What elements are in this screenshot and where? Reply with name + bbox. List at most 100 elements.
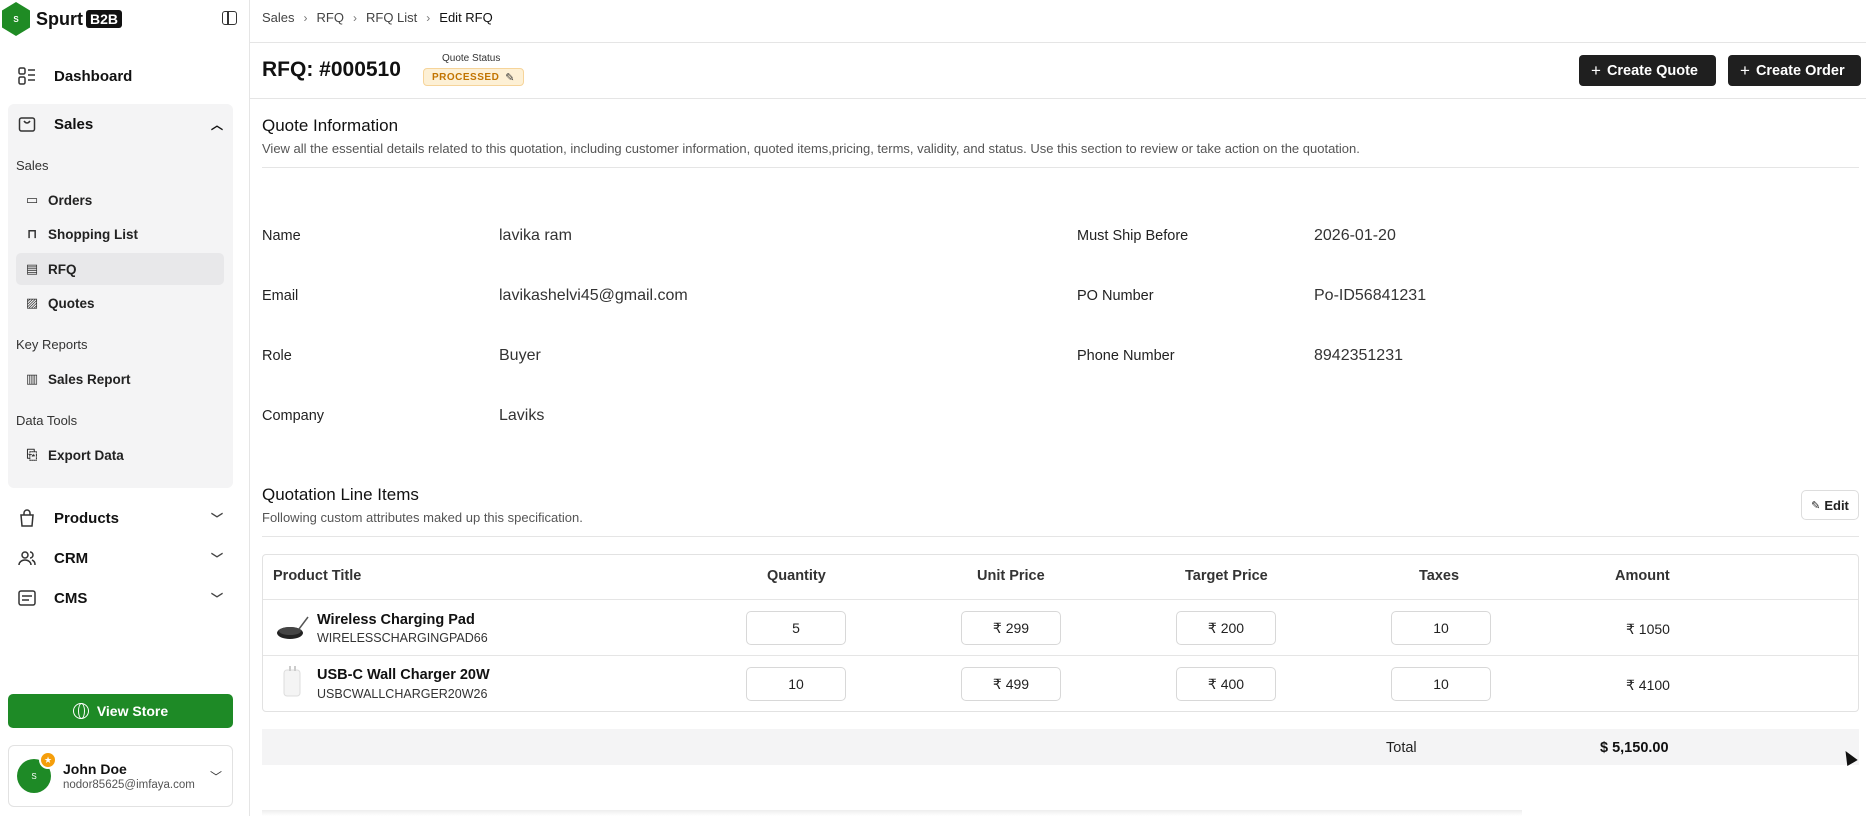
usb-charger-thumbnail — [275, 666, 309, 700]
cart-icon — [16, 113, 38, 135]
breadcrumb-edit-rfq: Edit RFQ — [439, 10, 493, 25]
sidebar-item-shopping-list[interactable]: ⊓ Shopping List — [16, 218, 224, 250]
sidebar-item-cms[interactable]: CMS ﹀ — [8, 578, 233, 618]
company-value: Laviks — [499, 407, 545, 424]
document-icon: ▤ — [25, 261, 39, 276]
shopping-bag-icon — [16, 507, 38, 529]
create-order-button[interactable]: + Create Order — [1728, 55, 1861, 86]
report-icon: ▥ — [25, 371, 39, 386]
bag-icon: ⊓ — [26, 226, 38, 241]
email-label: Email — [262, 288, 299, 304]
column-header-quantity: Quantity — [767, 568, 826, 584]
export-icon: ⎘ — [26, 447, 38, 462]
row-divider — [263, 599, 1858, 600]
taxes-input[interactable]: 10 — [1391, 611, 1491, 645]
plus-icon: + — [1740, 60, 1750, 80]
breadcrumb-rfq-list[interactable]: RFQ List — [366, 10, 417, 25]
sidebar-item-products[interactable]: Products ﹀ — [8, 498, 233, 538]
name-value: lavika ram — [499, 227, 572, 244]
target-price-input[interactable]: ₹ 400 — [1176, 667, 1276, 701]
sidebar-item-sales-report[interactable]: ▥ Sales Report — [16, 363, 224, 395]
line-items-title: Quotation Line Items — [262, 485, 419, 504]
sales-section-label: Sales — [16, 158, 49, 173]
data-tools-section-label: Data Tools — [16, 413, 78, 428]
status-badge[interactable]: PROCESSED ✎ — [423, 68, 525, 86]
chevron-down-icon: ﹀ — [210, 591, 223, 606]
quantity-input[interactable]: 5 — [746, 611, 846, 645]
sidebar-toggle-icon[interactable] — [222, 11, 237, 25]
total-value: $ 5,150.00 — [1600, 740, 1669, 756]
name-label: Name — [262, 228, 301, 244]
sidebar-item-crm[interactable]: CRM ﹀ — [8, 538, 233, 578]
divider — [250, 98, 1866, 99]
sidebar-item-quotes[interactable]: ▨ Quotes — [16, 287, 224, 319]
total-label: Total — [1386, 740, 1417, 756]
scroll-shadow — [262, 810, 1522, 816]
product-name: USB-C Wall Charger 20W — [317, 667, 490, 683]
breadcrumb-rfq[interactable]: RFQ — [317, 10, 344, 25]
sidebar-item-label: Dashboard — [54, 67, 133, 85]
divider — [262, 167, 1859, 168]
product-sku: USBCWALLCHARGER20W26 — [317, 687, 488, 701]
chevron-down-icon: ﹀ — [209, 769, 222, 784]
column-header-product-title: Product Title — [273, 568, 362, 584]
globe-icon — [72, 703, 89, 719]
chevron-down-icon: ﹀ — [210, 511, 223, 526]
chevron-right-icon: › — [426, 10, 431, 25]
dashboard-icon — [16, 65, 38, 87]
create-quote-button[interactable]: + Create Quote — [1579, 55, 1716, 86]
view-store-button[interactable]: View Store — [8, 694, 233, 728]
unit-price-input[interactable]: ₹ 499 — [961, 667, 1061, 701]
sidebar-item-export-data[interactable]: ⎘ Export Data — [16, 439, 224, 471]
quote-info-title: Quote Information — [262, 116, 399, 135]
po-value: Po-ID56841231 — [1314, 287, 1427, 304]
column-header-amount: Amount — [1615, 568, 1670, 584]
key-reports-section-label: Key Reports — [16, 337, 88, 352]
user-menu[interactable]: S ★ John Doe nodor85625@imfaya.com ﹀ — [8, 745, 233, 807]
po-label: PO Number — [1077, 288, 1154, 304]
star-badge-icon: ★ — [39, 751, 57, 769]
phone-value: 8942351231 — [1314, 347, 1403, 364]
amount-value: ₹ 1050 — [1626, 621, 1670, 637]
ship-value: 2026-01-20 — [1314, 227, 1396, 244]
chevron-right-icon: › — [352, 10, 357, 25]
brand-name: Spurt — [36, 8, 83, 29]
target-price-input[interactable]: ₹ 200 — [1176, 611, 1276, 645]
phone-label: Phone Number — [1077, 348, 1175, 364]
sidebar-item-rfq[interactable]: ▤ RFQ — [16, 253, 224, 285]
plus-icon: + — [1591, 60, 1601, 80]
quote-status-label: Quote Status — [442, 53, 501, 64]
brand[interactable]: S Spurt B2B — [0, 0, 250, 38]
quantity-input[interactable]: 10 — [746, 667, 846, 701]
brand-suffix: B2B — [86, 10, 123, 28]
sidebar-item-sales[interactable]: Sales ︿ — [8, 104, 233, 144]
row-divider — [263, 655, 1858, 656]
divider — [262, 536, 1859, 537]
sidebar-item-orders[interactable]: ▭ Orders — [16, 184, 224, 216]
role-label: Role — [262, 348, 292, 364]
divider — [250, 42, 1866, 43]
product-sku: WIRELESSCHARGINGPAD66 — [317, 631, 488, 645]
column-header-target-price: Target Price — [1185, 568, 1268, 584]
edit-button[interactable]: ✎ Edit — [1801, 490, 1859, 520]
amount-value: ₹ 4100 — [1626, 677, 1670, 693]
email-value: lavikashelvi45@gmail.com — [499, 287, 688, 304]
product-name: Wireless Charging Pad — [317, 612, 475, 628]
unit-price-input[interactable]: ₹ 299 — [961, 611, 1061, 645]
spurt-logo-icon: S — [2, 2, 30, 36]
breadcrumb: Sales › RFQ › RFQ List › Edit RFQ — [262, 10, 493, 25]
pencil-icon: ✎ — [505, 71, 516, 84]
column-header-taxes: Taxes — [1419, 568, 1460, 584]
users-icon — [16, 547, 38, 569]
ship-label: Must Ship Before — [1077, 228, 1189, 244]
taxes-input[interactable]: 10 — [1391, 667, 1491, 701]
chevron-right-icon: › — [303, 10, 308, 25]
quote-icon: ▨ — [25, 295, 39, 310]
sidebar-item-dashboard[interactable]: Dashboard — [8, 56, 233, 96]
page-title: RFQ: #000510 — [262, 58, 401, 81]
box-icon: ▭ — [25, 192, 39, 207]
breadcrumb-sales[interactable]: Sales — [262, 10, 295, 25]
quote-info-description: View all the essential details related t… — [262, 141, 1360, 156]
cms-icon — [16, 587, 38, 609]
user-name: John Doe — [63, 761, 127, 777]
